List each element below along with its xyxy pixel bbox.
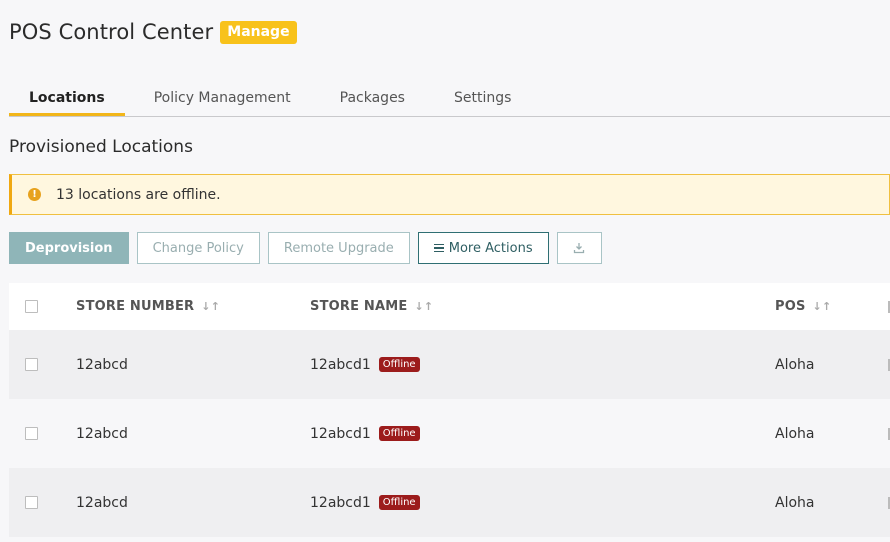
store-number-cell: 12abcd (76, 356, 128, 373)
store-name-text: 12abcd1 (310, 356, 371, 373)
tab-packages[interactable]: Packages (320, 78, 425, 116)
deprovision-button[interactable]: Deprovision (9, 232, 129, 264)
select-all-checkbox[interactable] (25, 300, 38, 313)
column-label: POS (775, 299, 806, 314)
sort-icon: ↓↑ (201, 300, 221, 313)
pos-cell: Aloha (775, 494, 815, 511)
store-name-cell: 12abcd1 Offline (310, 357, 420, 373)
pos-cell: Aloha (775, 356, 815, 373)
store-name-cell: 12abcd1 Offline (310, 426, 420, 442)
app-title: POS Control Center (9, 20, 214, 44)
column-label: STORE NAME (310, 299, 408, 314)
app-header: POS Control Center Manage (9, 20, 297, 44)
table-header-row: STORE NUMBER ↓↑ STORE NAME ↓↑ POS ↓↑ (9, 283, 890, 330)
column-store-name[interactable]: STORE NAME ↓↑ (310, 299, 433, 314)
status-badge: Offline (378, 357, 420, 372)
store-name-cell: 12abcd1 Offline (310, 495, 420, 511)
row-checkbox[interactable] (25, 358, 38, 371)
status-badge: Offline (378, 426, 420, 441)
table-row[interactable]: 12abcd 12abcd1 Offline Aloha (9, 399, 890, 468)
row-checkbox[interactable] (25, 496, 38, 509)
warning-icon: ! (28, 188, 41, 201)
menu-icon (433, 242, 444, 255)
download-button[interactable] (556, 232, 602, 264)
offline-alert: ! 13 locations are offline. (9, 174, 890, 215)
store-name-text: 12abcd1 (310, 494, 371, 511)
store-name-text: 12abcd1 (310, 425, 371, 442)
table-row[interactable]: 12abcd 12abcd1 Offline Aloha (9, 468, 890, 537)
store-number-cell: 12abcd (76, 494, 128, 511)
change-policy-button[interactable]: Change Policy (136, 232, 260, 264)
manage-badge: Manage (220, 20, 297, 44)
more-actions-label: More Actions (448, 240, 533, 256)
status-badge: Offline (378, 495, 420, 510)
section-title: Provisioned Locations (9, 137, 193, 157)
pos-cell: Aloha (775, 425, 815, 442)
download-icon (573, 243, 585, 254)
remote-upgrade-button[interactable]: Remote Upgrade (267, 232, 410, 264)
locations-table: STORE NUMBER ↓↑ STORE NAME ↓↑ POS ↓↑ 12a… (9, 283, 890, 537)
action-toolbar: Deprovision Change Policy Remote Upgrade… (9, 232, 610, 264)
sort-icon: ↓↑ (414, 300, 434, 313)
more-actions-button[interactable]: More Actions (417, 232, 549, 264)
column-store-number[interactable]: STORE NUMBER ↓↑ (76, 299, 220, 314)
alert-text: 13 locations are offline. (56, 186, 221, 203)
tab-locations[interactable]: Locations (9, 78, 125, 116)
tab-bar: Locations Policy Management Packages Set… (9, 78, 890, 117)
tab-settings[interactable]: Settings (434, 78, 531, 116)
table-body: 12abcd 12abcd1 Offline Aloha 12abcd 12ab… (9, 330, 890, 537)
column-pos[interactable]: POS ↓↑ (775, 299, 831, 314)
row-checkbox[interactable] (25, 427, 38, 440)
table-row[interactable]: 12abcd 12abcd1 Offline Aloha (9, 330, 890, 399)
column-label: STORE NUMBER (76, 299, 195, 314)
tab-policy-management[interactable]: Policy Management (134, 78, 311, 116)
store-number-cell: 12abcd (76, 425, 128, 442)
sort-icon: ↓↑ (812, 300, 832, 313)
